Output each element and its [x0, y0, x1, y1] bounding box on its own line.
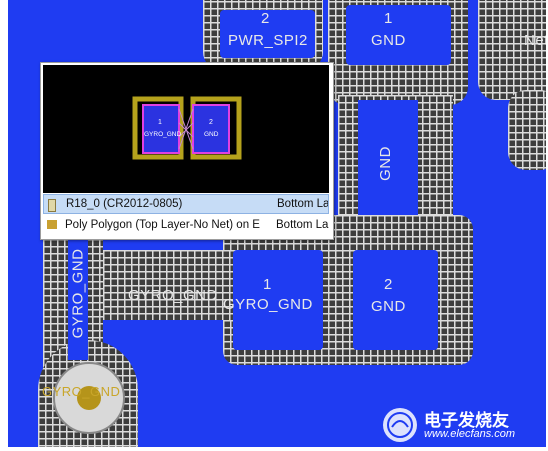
pad-pwr-spi2-netname: PWR_SPI2: [228, 32, 308, 49]
item-label: Poly Polygon (Top Layer-No Net) on E: [65, 219, 260, 231]
preview-pad1-name: GYRO_GND: [144, 131, 182, 138]
polygon-top-right: [478, 0, 546, 100]
preview-pad1-number: 1: [158, 119, 162, 126]
component-icon: [48, 199, 56, 212]
polygon-icon: [47, 220, 57, 229]
list-item-polygon[interactable]: Poly Polygon (Top Layer-No Net) on E Bot…: [43, 216, 329, 236]
polygon-right-column: [508, 90, 546, 170]
selection-popup[interactable]: 1 GYRO_GND 2 GND R18_0 (CR2012-0805) Bot…: [40, 62, 334, 240]
net-label-gnd-vertical: GND: [376, 146, 394, 181]
net-label-right-edge: Net: [524, 32, 546, 49]
preview-pad2-number: 2: [209, 119, 213, 126]
list-item-component[interactable]: R18_0 (CR2012-0805) Bottom La: [43, 194, 329, 214]
component-preview: 1 GYRO_GND 2 GND: [43, 65, 329, 193]
net-label-gyro-gnd-trace: GYRO_GND: [128, 287, 218, 304]
pad-gnd-top-number: 1: [384, 10, 393, 27]
item-label: R18_0 (CR2012-0805): [66, 198, 183, 210]
watermark-logo-icon: [383, 408, 417, 442]
item-layer: Bottom La: [277, 198, 329, 210]
pad-gyro-gnd-number: 1: [263, 276, 272, 293]
polygon-gyro-trace: [103, 250, 233, 320]
item-layer: Bottom La: [276, 219, 329, 231]
watermark-url: www.elecfans.com: [424, 428, 516, 440]
pad-gnd-number: 2: [384, 276, 393, 293]
footprint-preview: [132, 96, 242, 160]
watermark: 电子发烧友 www.elecfans.com: [380, 405, 540, 445]
pad-gyro-gnd-netname: GYRO_GND: [223, 296, 313, 313]
pad-gnd-top-netname: GND: [371, 32, 406, 49]
pad-pwr-spi2-number: 2: [261, 10, 270, 27]
pad-gnd-netname: GND: [371, 298, 406, 315]
via-net-label: GYRO_GND: [42, 384, 121, 399]
preview-pad2-name: GND: [204, 131, 219, 138]
net-label-gyro-gnd-vertical: GYRO_GND: [69, 248, 87, 339]
